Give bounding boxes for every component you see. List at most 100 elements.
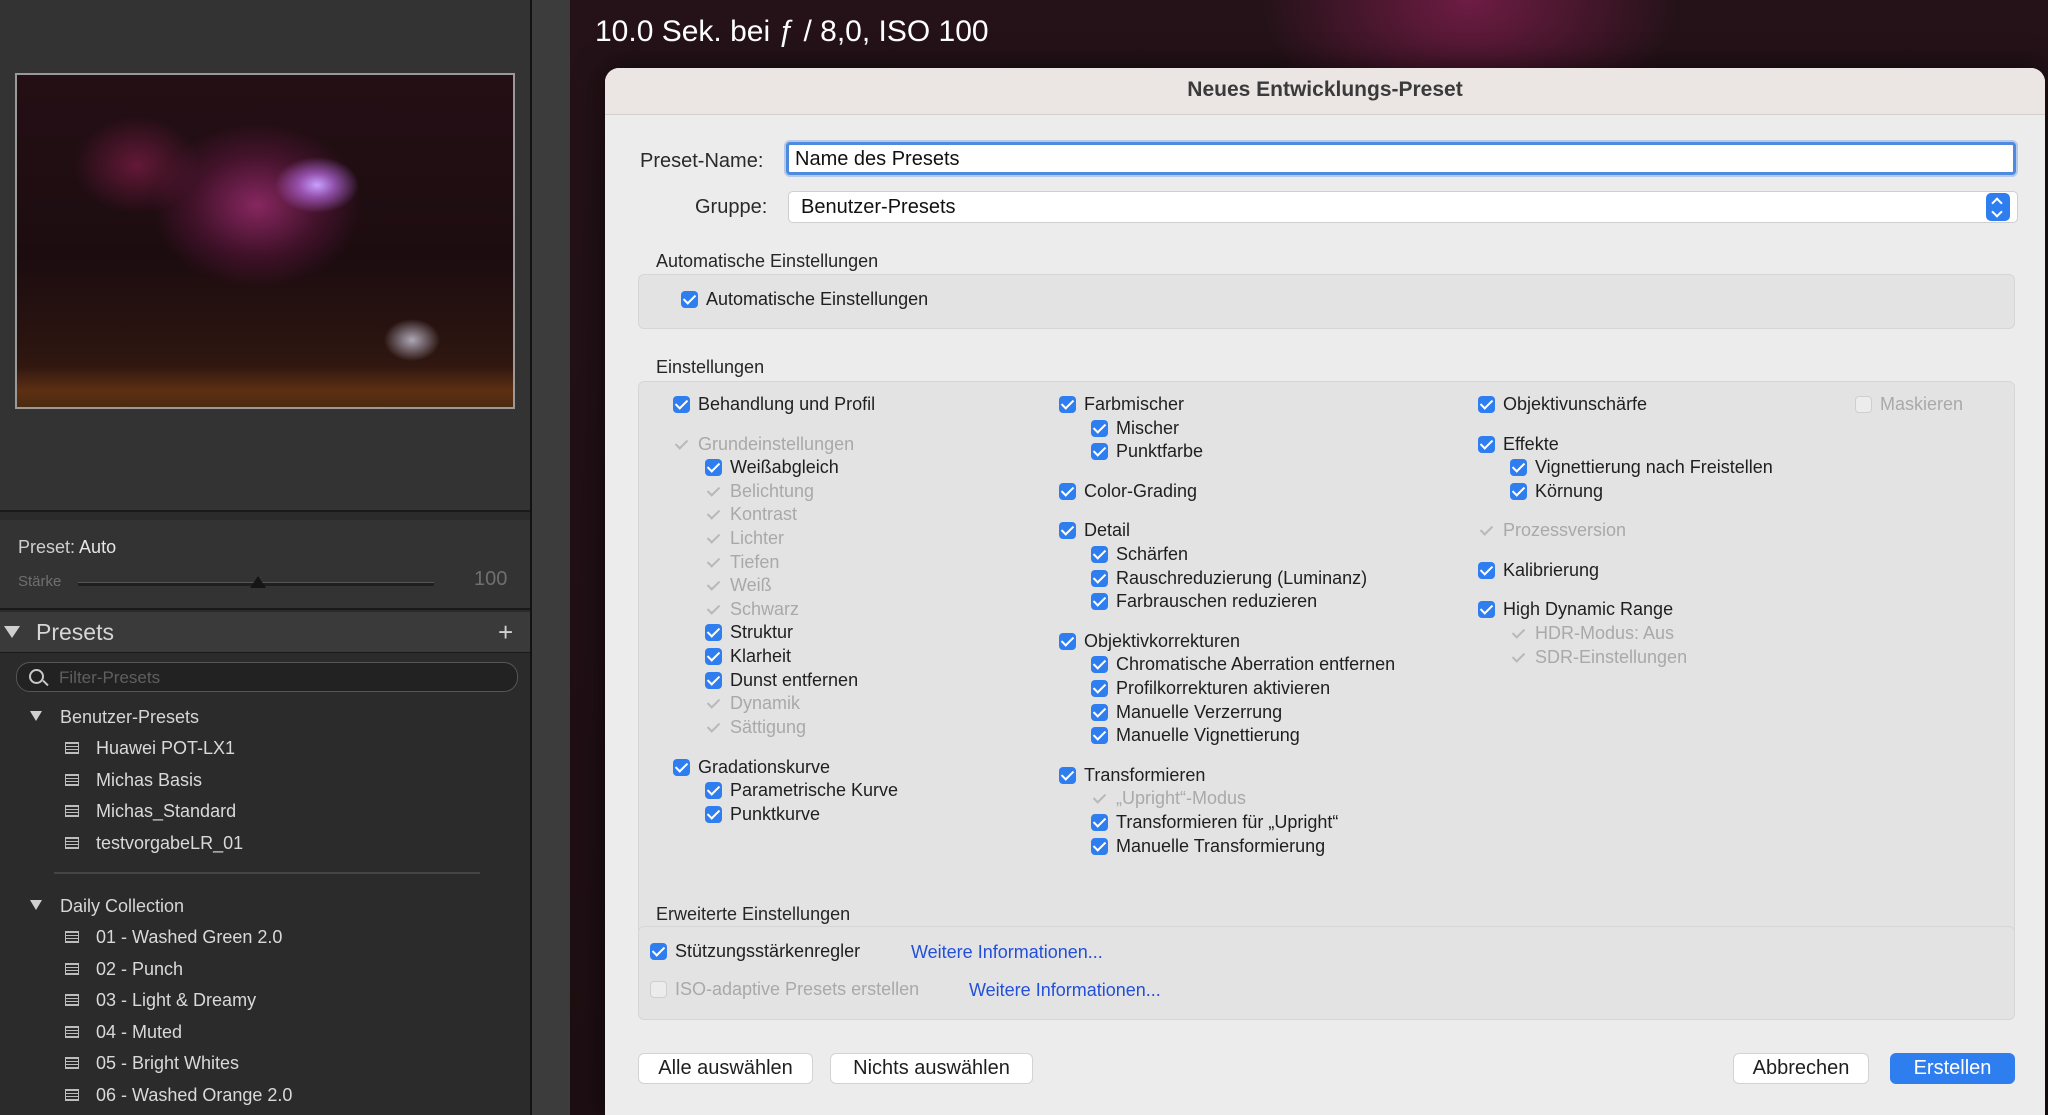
preset-item[interactable]: 02 - Punch <box>96 959 183 980</box>
checkbox-checked-icon <box>650 942 667 960</box>
preset-item[interactable]: 01 - Washed Green 2.0 <box>96 927 282 948</box>
checkbox-dunst[interactable]: Dunst entfernen <box>705 670 858 690</box>
preset-name-value: Name des Presets <box>795 148 960 170</box>
checkbox-gradationskurve[interactable]: Gradationskurve <box>673 757 830 777</box>
preset-line: Preset: Auto <box>18 537 116 558</box>
more-info-link[interactable]: Weitere Informationen... <box>911 942 1103 963</box>
group-select-value: Benutzer-Presets <box>801 196 956 218</box>
checkbox-transformieren[interactable]: Transformieren <box>1059 765 1205 785</box>
preset-item[interactable]: 05 - Bright Whites <box>96 1053 239 1074</box>
checkbox-stuetzungsstaerke[interactable]: Stützungsstärkenregler <box>650 941 860 961</box>
navigator-panel <box>0 0 530 512</box>
checkbox-checked-icon <box>1091 569 1108 587</box>
checkbox-rauschreduzierung[interactable]: Rauschreduzierung (Luminanz) <box>1091 568 1367 588</box>
checkbox-objektivkorrekturen[interactable]: Objektivkorrekturen <box>1059 631 1240 651</box>
checkbox-weissabgleich[interactable]: Weißabgleich <box>705 457 839 477</box>
cancel-button[interactable]: Abbrechen <box>1733 1053 1869 1084</box>
checkbox-schwarz: Schwarz <box>705 599 799 619</box>
more-info-link[interactable]: Weitere Informationen... <box>969 980 1161 1001</box>
checkbox-behandlung[interactable]: Behandlung und Profil <box>673 394 875 414</box>
checkbox-auto-settings[interactable]: Automatische Einstellungen <box>681 289 928 309</box>
group-expand-icon[interactable] <box>30 900 42 910</box>
checkbox-label: High Dynamic Range <box>1503 598 1674 619</box>
preset-item[interactable]: testvorgabeLR_01 <box>96 833 243 854</box>
preset-name-input[interactable]: Name des Presets <box>786 142 2016 175</box>
checkbox-parametrisch[interactable]: Parametrische Kurve <box>705 780 898 800</box>
preset-item[interactable]: Michas Basis <box>96 770 202 791</box>
checkbox-label: Punktfarbe <box>1116 440 1204 461</box>
checkbox-checked-icon <box>1091 592 1108 610</box>
checkbox-profilkorrekturen[interactable]: Profilkorrekturen aktivieren <box>1091 678 1330 698</box>
checkbox-label: Maskieren <box>1880 393 1964 414</box>
checkbox-manuelle-transformierung[interactable]: Manuelle Transformierung <box>1091 836 1325 856</box>
checkbox-klarheit[interactable]: Klarheit <box>705 646 791 666</box>
preset-group-title[interactable]: Daily Collection <box>60 896 184 917</box>
checkbox-farbmischer[interactable]: Farbmischer <box>1059 394 1184 414</box>
collapse-triangle-icon[interactable] <box>4 626 20 638</box>
checkbox-label: Prozessversion <box>1503 519 1627 540</box>
checkbox-label: Automatische Einstellungen <box>706 288 929 309</box>
select-arrows-icon[interactable] <box>1986 193 2010 221</box>
select-all-button[interactable]: Alle auswählen <box>638 1053 813 1084</box>
filter-presets-input[interactable]: Filter-Presets <box>16 662 518 692</box>
checkbox-label: Parametrische Kurve <box>730 779 899 800</box>
checkbox-checked-icon <box>1091 726 1108 744</box>
checkbox-belichtung: Belichtung <box>705 481 814 501</box>
preset-icon <box>65 774 79 786</box>
presets-title: Presets <box>36 619 114 645</box>
create-button[interactable]: Erstellen <box>1890 1053 2015 1084</box>
navigator-preview-image[interactable] <box>15 73 515 409</box>
strength-slider-knob[interactable] <box>250 576 266 588</box>
checkbox-label: Grundeinstellungen <box>698 433 855 454</box>
checkbox-struktur[interactable]: Struktur <box>705 622 793 642</box>
group-select[interactable]: Benutzer-Presets <box>788 191 2018 223</box>
checkbox-koernung[interactable]: Körnung <box>1510 481 1603 501</box>
settings-section-title: Einstellungen <box>656 357 765 377</box>
checkbox-schaerfen[interactable]: Schärfen <box>1091 544 1188 564</box>
checkbox-high-dynamic-range[interactable]: High Dynamic Range <box>1478 599 1673 619</box>
search-icon <box>29 669 44 684</box>
checkbox-disabled-icon <box>1510 625 1527 642</box>
preset-item[interactable]: 03 - Light & Dreamy <box>96 990 256 1011</box>
preset-item[interactable]: 04 - Muted <box>96 1022 182 1043</box>
new-develop-preset-dialog: Neues Entwicklungs-Preset Preset-Name: N… <box>605 68 2045 1115</box>
checkbox-disabled-icon <box>705 719 722 736</box>
checkbox-label: Mischer <box>1116 417 1180 438</box>
checkbox-manuelle-verzerrung[interactable]: Manuelle Verzerrung <box>1091 702 1282 722</box>
preset-item[interactable]: Michas_Standard <box>96 801 236 822</box>
checkbox-label: Weiß <box>730 574 772 595</box>
checkbox-checked-icon <box>1091 419 1108 437</box>
checkbox-objektivunschaerfe[interactable]: Objektivunschärfe <box>1478 394 1647 414</box>
advanced-section-title: Erweiterte Einstellungen <box>656 904 851 924</box>
preset-item[interactable]: Huawei POT-LX1 <box>96 738 235 759</box>
checkbox-effekte[interactable]: Effekte <box>1478 434 1559 454</box>
checkbox-label: Farbmischer <box>1084 393 1185 414</box>
preset-info-panel <box>0 520 530 610</box>
checkbox-punktfarbe[interactable]: Punktfarbe <box>1091 441 1203 461</box>
checkbox-checked-icon <box>1059 521 1076 539</box>
checkbox-punktkurve[interactable]: Punktkurve <box>705 804 820 824</box>
select-none-button[interactable]: Nichts auswählen <box>830 1053 1033 1084</box>
checkbox-manuelle-vignettierung[interactable]: Manuelle Vignettierung <box>1091 725 1300 745</box>
add-preset-button[interactable]: + <box>498 617 513 648</box>
checkbox-transformieren-upright[interactable]: Transformieren für „Upright“ <box>1091 812 1338 832</box>
checkbox-detail[interactable]: Detail <box>1059 520 1130 540</box>
checkbox-checked-icon <box>1059 632 1076 650</box>
checkbox-label: Dynamik <box>730 692 801 713</box>
checkbox-kalibrierung[interactable]: Kalibrierung <box>1478 560 1599 580</box>
checkbox-farbrauschen[interactable]: Farbrauschen reduzieren <box>1091 591 1317 611</box>
checkbox-vignettierung-freistellen[interactable]: Vignettierung nach Freistellen <box>1510 457 1773 477</box>
checkbox-checked-icon <box>705 623 722 641</box>
checkbox-mischer[interactable]: Mischer <box>1091 418 1179 438</box>
checkbox-checked-icon <box>1059 482 1076 500</box>
preset-group-title[interactable]: Benutzer-Presets <box>60 707 199 728</box>
checkbox-color-grading[interactable]: Color-Grading <box>1059 481 1197 501</box>
checkbox-chromatische-aberration[interactable]: Chromatische Aberration entfernen <box>1091 654 1395 674</box>
checkbox-unchecked-icon <box>650 980 667 998</box>
checkbox-label: Transformieren <box>1084 764 1206 785</box>
checkbox-dynamik: Dynamik <box>705 693 800 713</box>
checkbox-label: Objektivkorrekturen <box>1084 630 1241 651</box>
group-expand-icon[interactable] <box>30 711 42 721</box>
preset-item[interactable]: 06 - Washed Orange 2.0 <box>96 1085 292 1106</box>
checkbox-disabled-icon <box>1510 649 1527 666</box>
